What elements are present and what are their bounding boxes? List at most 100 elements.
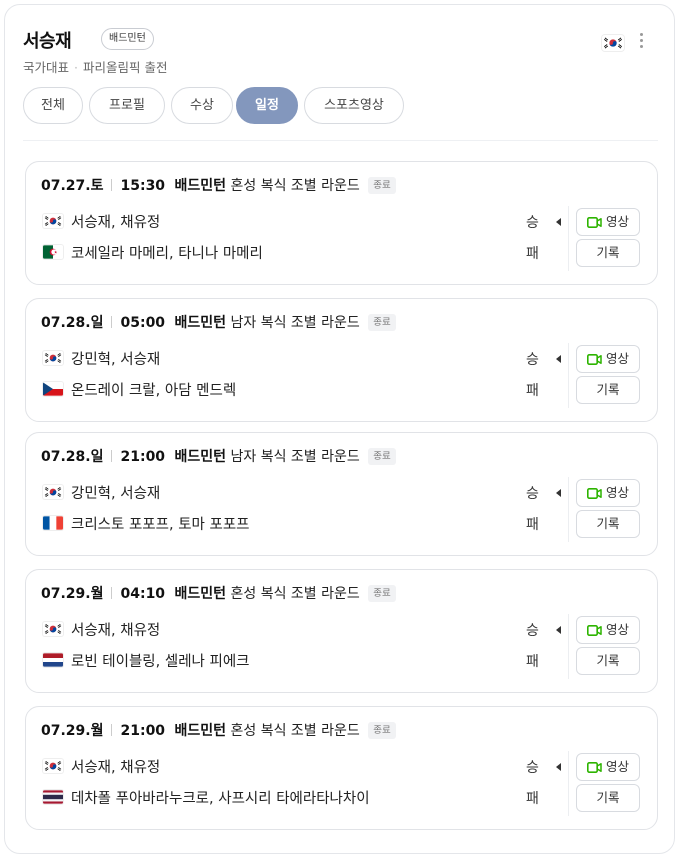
sport-badge: 배드민턴 xyxy=(101,28,154,50)
tab-schedule[interactable]: 일정 xyxy=(236,87,298,124)
match-card: 07.28.일 21:00 배드민턴 남자 복식 조별 라운드 종료 강민혁, 서… xyxy=(25,432,658,556)
dz-flag-icon xyxy=(43,245,63,259)
result-win: 승 xyxy=(526,486,539,502)
match-card: 07.29.월 04:10 배드민턴 혼성 복식 조별 라운드 종료 서승재, 채… xyxy=(25,569,658,693)
divider xyxy=(568,614,569,679)
caret-left-icon xyxy=(556,763,561,771)
status-badge: 종료 xyxy=(368,314,396,331)
kr-flag-icon xyxy=(43,485,63,499)
kr-flag-icon xyxy=(602,35,624,51)
match-sport: 배드민턴 xyxy=(174,449,227,465)
status-badge: 종료 xyxy=(368,448,396,465)
match-date: 07.28.일 xyxy=(41,449,104,465)
kr-flag-icon xyxy=(43,214,63,228)
team-players: 강민혁, 서승재 xyxy=(71,352,161,368)
video-camera-icon xyxy=(586,762,602,773)
match-event: 혼성 복식 조별 라운드 xyxy=(230,178,360,194)
record-button[interactable]: 기록 xyxy=(576,647,640,675)
separator-dot: · xyxy=(74,60,78,75)
tab-all[interactable]: 전체 xyxy=(23,87,83,124)
kr-flag-icon xyxy=(43,622,63,636)
athlete-name[interactable]: 서승재 xyxy=(23,27,72,53)
video-camera-icon xyxy=(586,625,602,636)
match-event: 남자 복식 조별 라운드 xyxy=(230,449,360,465)
match-date: 07.29.월 xyxy=(41,723,104,739)
video-camera-icon xyxy=(586,354,602,365)
match-time: 15:30 xyxy=(120,178,166,194)
caret-left-icon xyxy=(556,218,561,226)
caret-left-icon xyxy=(556,489,561,497)
cz-flag-icon xyxy=(43,382,63,396)
subtitle-olympics: 파리올림픽 출전 xyxy=(83,60,168,75)
match-header: 07.27.토 15:30 배드민턴 혼성 복식 조별 라운드 종료 xyxy=(41,175,396,195)
match-card: 07.29.월 21:00 배드민턴 혼성 복식 조별 라운드 종료 서승재, 채… xyxy=(25,706,658,830)
video-button[interactable]: 영상 xyxy=(576,208,640,236)
subtitle-national-team: 국가대표 xyxy=(23,60,70,75)
result-loss: 패 xyxy=(526,246,539,262)
match-date: 07.28.일 xyxy=(41,315,104,331)
match-header: 07.28.일 21:00 배드민턴 남자 복식 조별 라운드 종료 xyxy=(41,446,396,466)
separator xyxy=(111,587,113,599)
kr-flag-icon xyxy=(43,351,63,365)
separator xyxy=(111,724,113,736)
status-badge: 종료 xyxy=(368,585,396,602)
divider xyxy=(568,477,569,542)
video-label: 영상 xyxy=(605,214,629,229)
match-card: 07.27.토 15:30 배드민턴 혼성 복식 조별 라운드 종료 서승재, 채… xyxy=(25,161,658,285)
match-time: 21:00 xyxy=(120,723,166,739)
video-button[interactable]: 영상 xyxy=(576,345,640,373)
result-loss: 패 xyxy=(526,383,539,399)
caret-left-icon xyxy=(556,355,561,363)
result-win: 승 xyxy=(526,623,539,639)
record-button[interactable]: 기록 xyxy=(576,376,640,404)
team-players: 크리스토 포포프, 토마 포포프 xyxy=(71,517,250,533)
status-badge: 종료 xyxy=(368,722,396,739)
video-button[interactable]: 영상 xyxy=(576,479,640,507)
video-button[interactable]: 영상 xyxy=(576,616,640,644)
team-players: 온드레이 크랄, 아담 멘드렉 xyxy=(71,383,237,399)
match-header: 07.28.일 05:00 배드민턴 남자 복식 조별 라운드 종료 xyxy=(41,312,396,332)
divider xyxy=(568,206,569,271)
match-event: 남자 복식 조별 라운드 xyxy=(230,315,360,331)
video-camera-icon xyxy=(586,488,602,499)
th-flag-icon xyxy=(43,790,63,804)
more-vertical-icon[interactable] xyxy=(640,33,644,51)
result-win: 승 xyxy=(526,760,539,776)
match-time: 05:00 xyxy=(120,315,166,331)
team-players: 서승재, 채유정 xyxy=(71,215,161,231)
team-players: 강민혁, 서승재 xyxy=(71,486,161,502)
tab-sports-video[interactable]: 스포츠영상 xyxy=(304,87,404,124)
match-header: 07.29.월 04:10 배드민턴 혼성 복식 조별 라운드 종료 xyxy=(41,583,396,603)
tab-awards[interactable]: 수상 xyxy=(171,87,233,124)
match-event: 혼성 복식 조별 라운드 xyxy=(230,723,360,739)
nl-flag-icon xyxy=(43,653,63,667)
divider xyxy=(568,751,569,816)
team-players: 코세일라 마메리, 타니나 마메리 xyxy=(71,246,263,262)
match-event: 혼성 복식 조별 라운드 xyxy=(230,586,360,602)
team-players: 로빈 테이블링, 셀레나 피에크 xyxy=(71,654,250,670)
video-label: 영상 xyxy=(605,759,629,774)
record-button[interactable]: 기록 xyxy=(576,510,640,538)
record-button[interactable]: 기록 xyxy=(576,784,640,812)
video-label: 영상 xyxy=(605,485,629,500)
status-badge: 종료 xyxy=(368,177,396,194)
divider xyxy=(568,343,569,408)
record-button[interactable]: 기록 xyxy=(576,239,640,267)
video-label: 영상 xyxy=(605,351,629,366)
match-sport: 배드민턴 xyxy=(174,315,227,331)
video-button[interactable]: 영상 xyxy=(576,753,640,781)
result-win: 승 xyxy=(526,215,539,231)
match-time: 21:00 xyxy=(120,449,166,465)
result-loss: 패 xyxy=(526,791,539,807)
team-players: 서승재, 채유정 xyxy=(71,760,161,776)
match-date: 07.27.토 xyxy=(41,178,104,194)
athlete-subtitle: 국가대표 · 파리올림픽 출전 xyxy=(23,57,167,76)
fr-flag-icon xyxy=(43,516,63,530)
caret-left-icon xyxy=(556,626,561,634)
athlete-card: 서승재 배드민턴 국가대표 · 파리올림픽 출전 전체 프로필 수상 일정 스포츠영… xyxy=(4,4,675,854)
separator xyxy=(111,450,113,462)
tab-profile[interactable]: 프로필 xyxy=(89,87,165,124)
team-players: 데차폴 푸아바라누크로, 사프시리 타에라타나차이 xyxy=(71,791,370,807)
result-win: 승 xyxy=(526,352,539,368)
kr-flag-icon xyxy=(43,759,63,773)
